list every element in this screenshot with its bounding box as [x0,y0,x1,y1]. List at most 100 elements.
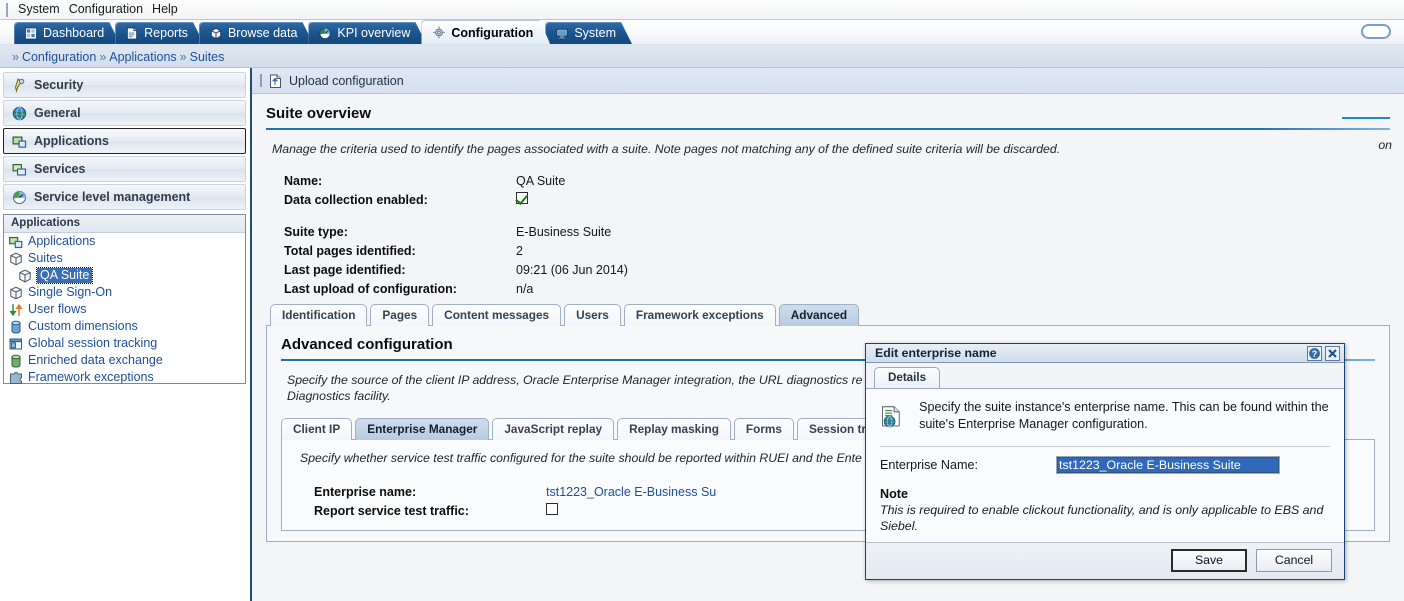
field-row-total-pages: Total pages identified: 2 [284,241,1390,260]
edit-enterprise-name-dialog: Edit enterprise name ? Details Specify t… [865,343,1345,580]
cube-icon [209,27,223,40]
tab-system[interactable]: System [545,22,632,44]
tree-item-user-flows[interactable]: User flows [4,301,245,318]
breadcrumb-item-configuration[interactable]: Configuration [22,50,96,64]
sidebar-item-applications[interactable]: Applications [3,128,246,154]
field-row-data-collection: Data collection enabled: [284,190,1390,209]
subtab-forms[interactable]: Forms [733,418,794,440]
application-icon [9,236,23,248]
report-service-test-traffic-checkbox[interactable] [546,503,558,515]
subtab-replay-masking[interactable]: Replay masking [617,418,731,440]
dialog-title: Edit enterprise name [875,346,997,360]
breadcrumb-separator: » [12,50,19,64]
field-label: Last upload of configuration: [284,281,457,296]
sidebar-item-label: General [34,106,81,120]
tab-content-messages[interactable]: Content messages [432,304,562,326]
breadcrumb-separator: » [179,50,187,64]
cancel-button[interactable]: Cancel [1256,549,1332,572]
tab-framework-exceptions[interactable]: Framework exceptions [623,304,776,326]
sidebar-item-general[interactable]: General [3,100,246,126]
breadcrumb: » Configuration » Applications » Suites [0,47,1404,68]
tab-advanced[interactable]: Advanced [778,304,860,326]
tab-configuration[interactable]: Configuration [421,20,550,44]
behind-accent-rule [1342,117,1390,119]
field-label: Name: [284,173,323,188]
dialog-title-bar[interactable]: Edit enterprise name ? [866,344,1344,363]
tree-item-framework-exceptions[interactable]: Framework exceptions [4,369,245,386]
note-heading: Note [880,487,908,501]
sidebar: Security General Applications Services S… [0,68,250,601]
tree-item-label: Custom dimensions [28,319,138,333]
subtab-client-ip[interactable]: Client IP [281,418,353,440]
breadcrumb-item-suites[interactable]: Suites [190,50,225,64]
upload-toolbar: Upload configuration [252,68,1404,94]
cube-icon [10,286,22,299]
tree-item-label: Suites [28,251,63,265]
breadcrumb-item-applications[interactable]: Applications [109,50,176,64]
tab-label: KPI overview [337,26,411,40]
arrows-icon [9,303,23,316]
content-area: Upload configuration Suite overview Mana… [250,68,1404,601]
tree-item-applications[interactable]: Applications [4,233,245,250]
globe-icon [12,106,27,120]
cube-icon [19,269,31,282]
subtab-javascript-replay[interactable]: JavaScript replay [492,418,615,440]
tree-item-global-session-tracking[interactable]: Global session tracking [4,335,245,352]
dialog-tab-details[interactable]: Details [874,367,941,388]
save-button[interactable]: Save [1171,549,1247,572]
tab-browse-data[interactable]: Browse data [199,22,313,44]
tab-identification[interactable]: Identification [270,304,368,326]
tree-item-suites[interactable]: Suites [4,250,245,267]
upload-configuration-label[interactable]: Upload configuration [289,74,404,88]
sidebar-item-label: Applications [34,134,110,148]
sidebar-item-label: Security [34,78,84,92]
tab-users[interactable]: Users [564,304,621,326]
breadcrumb-separator: » [99,50,107,64]
dialog-intro: Specify the suite instance's enterprise … [880,399,1330,435]
enterprise-name-input[interactable] [1056,456,1280,474]
help-icon[interactable]: ? [1307,345,1322,361]
menu-bar: System Configuration Help [0,0,1404,20]
page-title: Suite overview [266,105,372,122]
title-rule [266,128,1390,130]
upload-icon [270,74,281,88]
tab-pages[interactable]: Pages [370,304,430,326]
data-collection-checkbox[interactable] [516,192,528,204]
tab-label: Dashboard [43,26,105,40]
suite-tab-row: Identification Pages Content messages Us… [270,304,1390,326]
cube-icon [10,252,22,265]
close-icon[interactable] [1325,345,1340,361]
tab-label: Configuration [451,25,534,40]
field-value: 09:21 (06 Jun 2014) [516,262,628,277]
tab-dashboard[interactable]: Dashboard [14,22,120,44]
tree-item-single-sign-on[interactable]: Single Sign-On [4,284,245,301]
menu-grip [6,2,8,17]
tree-item-enriched-data-exchange[interactable]: Enriched data exchange [4,352,245,369]
suite-overview-description: Manage the criteria used to identify the… [272,142,1061,156]
enterprise-name-link[interactable]: tst1223_Oracle E-Business Su [546,485,716,499]
menu-item-configuration[interactable]: Configuration [67,1,150,18]
field-label: Data collection enabled: [284,192,428,207]
field-label: Last page identified: [284,262,406,277]
tree-item-qa-suite[interactable]: QA Suite [4,267,245,284]
menu-item-help[interactable]: Help [150,1,185,18]
field-label: Total pages identified: [284,243,416,258]
menu-item-system[interactable]: System [16,1,67,18]
document-globe-icon [882,406,900,428]
tab-label: Browse data [227,26,298,40]
sidebar-item-services[interactable]: Services [3,156,246,182]
main-tab-strip: Dashboard Reports Browse data KPI overvi… [0,20,1404,47]
behind-description-fragment: on [1378,138,1392,152]
tree-item-custom-dimensions[interactable]: Custom dimensions [4,318,245,335]
sidebar-item-service-level-management[interactable]: Service level management [3,184,246,210]
dialog-intro-text: Specify the suite instance's enterprise … [919,400,1329,431]
subtab-enterprise-manager[interactable]: Enterprise Manager [355,418,490,440]
tab-reports[interactable]: Reports [115,22,204,44]
dialog-body: Specify the suite instance's enterprise … [866,388,1344,542]
tab-kpi-overview[interactable]: KPI overview [308,22,426,44]
tree-header: Applications [4,215,245,233]
sidebar-item-security[interactable]: Security [3,72,246,98]
app-shell: Security General Applications Services S… [0,68,1404,601]
applications-tree: Applications Applications Suites QA Suit… [3,214,246,384]
